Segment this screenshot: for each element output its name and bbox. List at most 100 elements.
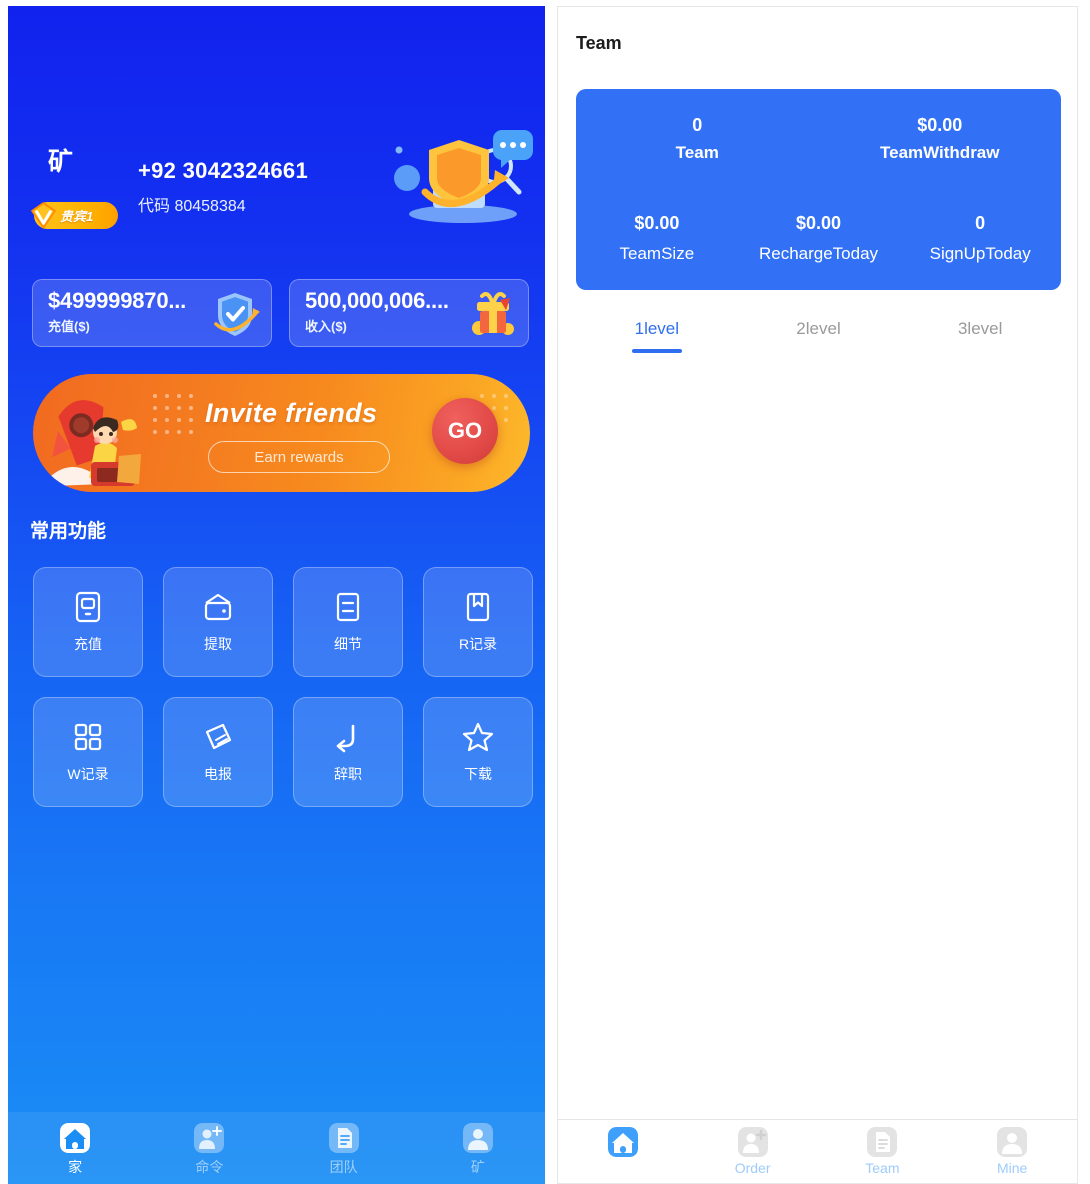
- stat-label: TeamWithdraw: [880, 143, 1000, 162]
- grid-record-icon: [74, 723, 102, 751]
- tab-2level[interactable]: 2level: [738, 319, 900, 353]
- function-label: 细节: [334, 636, 362, 652]
- nav-label: Home: [604, 1160, 642, 1176]
- wallet-withdraw-icon: [204, 593, 232, 621]
- team-doc-icon: [328, 1123, 359, 1153]
- stat-recharge-today: $0.00 RechargeToday: [738, 209, 900, 271]
- level-tabs: 1level 2level 3level: [576, 319, 1061, 353]
- phone-number: +92 3042324661: [138, 158, 308, 183]
- function-label: 下载: [464, 766, 492, 782]
- home-icon: [607, 1127, 638, 1157]
- dot-pattern-icon: [153, 394, 193, 434]
- invite-friends-banner[interactable]: Invite friends Earn rewards GO: [33, 374, 530, 492]
- nav-label: Team: [865, 1160, 900, 1176]
- function-label: W记录: [67, 766, 109, 782]
- vip-diamond-icon: [30, 201, 57, 230]
- right-bottom-nav: Home Order Team Mine: [558, 1119, 1077, 1183]
- balance-cards: $499999870... 充值($) 500,000,006.... 收入($…: [32, 279, 529, 347]
- balance-card-income[interactable]: 500,000,006.... 收入($): [289, 279, 529, 347]
- tab-label: 3level: [957, 319, 1003, 338]
- function-grid: 充值 提取 细节 R记录 W记录 电报 辞职 下载: [33, 567, 533, 807]
- function-label: 充值: [74, 636, 102, 652]
- mine-user-icon: [462, 1123, 493, 1153]
- section-title-common-functions: 常用功能: [30, 521, 107, 542]
- stat-label: SignUpToday: [929, 244, 1031, 263]
- screenshot-root: 矿 贵宾1 +92 3042324661 代码 80458384 $499999…: [0, 0, 1090, 1184]
- order-user-icon: [737, 1127, 768, 1157]
- nav-item-order[interactable]: Order: [688, 1127, 818, 1176]
- nav-label: Order: [734, 1160, 771, 1176]
- function-recharge[interactable]: 充值: [33, 567, 143, 677]
- function-telegram[interactable]: 电报: [163, 697, 273, 807]
- invite-code: 代码 80458384: [138, 198, 246, 215]
- telegram-card-icon: [205, 723, 232, 750]
- shield-check-icon: [214, 293, 260, 336]
- banner-subtitle: Earn rewards: [208, 441, 390, 473]
- profile-header: 矿 贵宾1 +92 3042324661 代码 80458384: [8, 6, 545, 230]
- function-r-record[interactable]: R记录: [423, 567, 533, 677]
- vip-label: 贵宾1: [60, 209, 94, 224]
- nav-item-home[interactable]: Home: [558, 1127, 688, 1176]
- stat-team: 0 Team: [576, 111, 819, 167]
- mine-user-icon: [997, 1127, 1028, 1157]
- stat-team-withdraw: $0.00 TeamWithdraw: [819, 111, 1062, 167]
- nav-item-team[interactable]: Team: [818, 1127, 948, 1176]
- function-label: 电报: [204, 766, 232, 782]
- nav-label: 命令: [195, 1159, 224, 1175]
- nav-item-mine[interactable]: Mine: [947, 1127, 1077, 1176]
- left-phone-panel: 矿 贵宾1 +92 3042324661 代码 80458384 $499999…: [8, 6, 545, 1184]
- recharge-icon: [75, 591, 101, 623]
- details-list-icon: [336, 592, 360, 622]
- gift-box-icon: [472, 292, 514, 335]
- tab-1level[interactable]: 1level: [576, 319, 738, 353]
- stat-signup-today: 0 SignUpToday: [899, 209, 1061, 271]
- team-doc-icon: [867, 1127, 898, 1157]
- star-download-icon: [462, 722, 494, 752]
- nav-item-team[interactable]: 团队: [277, 1112, 411, 1184]
- stat-value: $0.00: [634, 213, 680, 233]
- balance-card-recharge[interactable]: $499999870... 充值($): [32, 279, 272, 347]
- team-stats-row-2: $0.00 TeamSize $0.00 RechargeToday 0 Sig…: [576, 209, 1061, 271]
- tab-3level[interactable]: 3level: [899, 319, 1061, 353]
- nav-label: 家: [68, 1159, 83, 1175]
- bookmark-record-icon: [466, 592, 490, 622]
- nav-item-order[interactable]: 命令: [142, 1112, 276, 1184]
- avatar: 矿: [48, 148, 75, 176]
- right-browser-panel: Team 0 Team $0.00 TeamWithdraw $0.00 Tea…: [557, 6, 1078, 1184]
- nav-item-mine[interactable]: 矿: [411, 1112, 545, 1184]
- team-stats-row-1: 0 Team $0.00 TeamWithdraw: [576, 111, 1061, 167]
- resign-undo-icon: [336, 724, 355, 753]
- stat-label: RechargeToday: [758, 244, 879, 263]
- function-withdraw[interactable]: 提取: [163, 567, 273, 677]
- stat-team-size: $0.00 TeamSize: [576, 209, 738, 271]
- nav-label: 矿: [470, 1159, 485, 1175]
- function-w-record[interactable]: W记录: [33, 697, 143, 807]
- nav-item-home[interactable]: 家: [8, 1112, 142, 1184]
- page-title: Team: [576, 33, 622, 53]
- team-stats-card: 0 Team $0.00 TeamWithdraw $0.00 TeamSize…: [576, 89, 1061, 290]
- function-label: 提取: [204, 636, 232, 652]
- function-download[interactable]: 下载: [423, 697, 533, 807]
- home-icon: [60, 1123, 91, 1153]
- stat-value: $0.00: [795, 213, 842, 233]
- banner-title: Invite friends: [205, 398, 378, 428]
- function-label: R记录: [458, 636, 498, 652]
- function-resign[interactable]: 辞职: [293, 697, 403, 807]
- stat-value: 0: [692, 115, 703, 135]
- function-details[interactable]: 细节: [293, 567, 403, 677]
- hero-illustration: [394, 130, 533, 223]
- stat-label: TeamSize: [619, 244, 695, 263]
- vip-badge: 贵宾1: [30, 201, 118, 230]
- banner-go-button[interactable]: GO: [432, 398, 498, 464]
- stat-value: 0: [975, 213, 986, 233]
- stat-value: $0.00: [917, 115, 963, 135]
- stat-label: Team: [675, 143, 719, 162]
- function-label: 辞职: [334, 766, 362, 782]
- nav-label: 团队: [329, 1159, 358, 1175]
- tab-active-underline: [631, 349, 682, 353]
- tab-label: 2level: [796, 319, 841, 338]
- tab-label: 1level: [634, 319, 680, 338]
- left-bottom-nav: 家 命令 团队 矿: [8, 1112, 545, 1184]
- nav-label: Mine: [996, 1160, 1028, 1176]
- order-user-icon: [194, 1123, 225, 1153]
